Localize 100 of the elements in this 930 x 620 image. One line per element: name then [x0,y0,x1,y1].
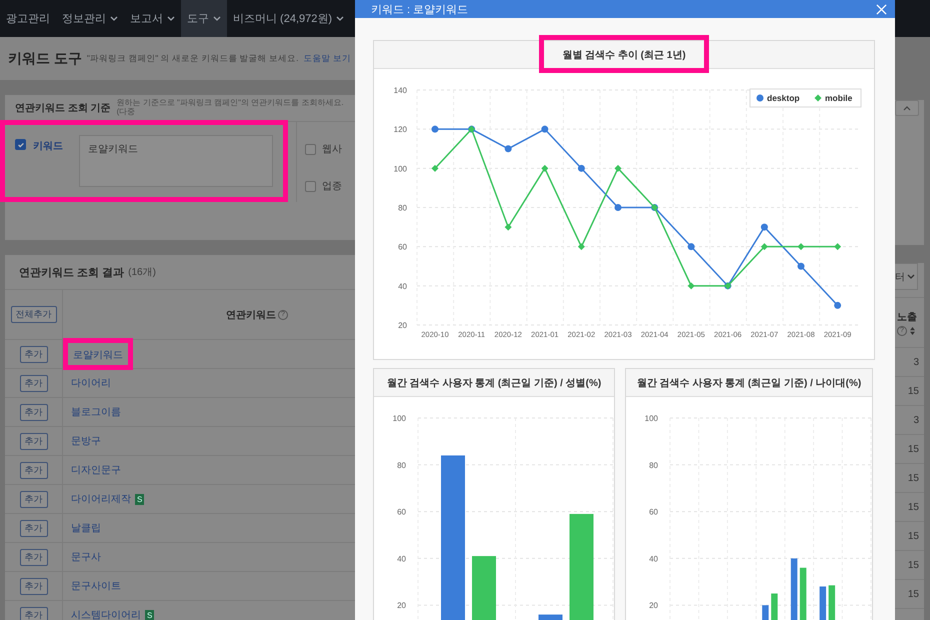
table-cell: 15 [908,472,919,484]
nav-item[interactable]: 도구 [181,0,227,37]
nav-bar [895,0,930,37]
add-button[interactable]: 추가 [20,404,48,420]
point [688,282,695,290]
point [614,204,622,211]
table-cell: 15 [908,386,919,396]
page-description: "파워링크 캠페인" 의 새로운 키워드를 발굴해 보세요. [86,52,298,64]
point [432,126,438,133]
keyword-link[interactable]: 시스템다이어리 [71,608,141,620]
table-cell: 15 [908,444,919,454]
keyword-link[interactable]: 문구사 [71,550,101,564]
point [578,243,585,250]
checkbox[interactable] [15,139,26,150]
nav-item[interactable]: 정보관리 [56,0,124,37]
add-button[interactable]: 추가 [20,578,48,594]
point [834,243,842,250]
axis-tick-label: 60 [397,508,406,517]
axis-tick-label: 60 [649,508,658,517]
point [504,224,512,231]
chart-title: 월간 검색수 사용자 통계 (최근일 기준) / 나이대(%) [636,376,862,390]
collapse-button[interactable] [895,100,919,116]
section-hint: 원하는 기준으로 "파워링크 캠페인"의 연관키워드를 조회하세요. (다중 [116,99,345,117]
badge: S [145,610,154,620]
axis-tick-label: 20 [398,321,407,330]
add-button[interactable]: 추가 [20,374,48,392]
section-title: 연관키워드 조회 기준 [15,102,111,115]
chevron-down-icon [907,274,915,279]
result-count: (16개) [128,266,156,279]
section-title: 연관키워드 조회 결과 [19,266,124,280]
filter-dropdown[interactable]: 터 [895,263,918,290]
add-button[interactable]: 추가 [20,548,48,566]
axis-tick-label: 100 [644,414,658,423]
checkmark-icon [16,140,24,148]
checkbox-label: 키워드 [33,140,63,153]
axis-tick-label: 40 [397,554,406,564]
point [760,243,768,250]
page-title: 키워드 도구 [8,50,82,68]
axis-tick-label: 100 [394,164,407,174]
keyword-link[interactable]: 블로그이름 [71,405,121,419]
checkbox-label: 업종 [322,180,342,193]
add-all-button[interactable]: 전체추가 [10,306,56,323]
table-cell: 15 [908,588,919,600]
point [541,126,548,133]
point [834,302,842,309]
keyword-link[interactable]: 로얄키워드 [73,350,123,361]
add-button[interactable]: 추가 [20,520,48,536]
table-cell: 15 [908,530,919,542]
table-cell: 15 [908,502,919,512]
add-button[interactable]: 추가 [20,346,48,362]
axis-tick-label: 60 [398,242,407,252]
sort-icon[interactable] [910,326,915,334]
keyword-link[interactable]: 다이어리 [71,376,111,390]
table-cell: 3 [913,414,919,426]
axis-tick-label: 80 [649,460,658,470]
modal-title: 키워드 : 로얄키워드 [371,2,468,16]
checkbox[interactable] [305,144,316,154]
point [688,243,695,250]
legend-label: desktop [767,93,800,103]
chart-title: 월간 검색수 사용자 통계 (최근일 기준) / 성별(%) [386,376,602,390]
axis-tick-label: 140 [394,86,407,95]
checkbox[interactable] [305,180,316,192]
point [798,243,804,250]
legend-label: mobile [825,93,853,103]
point [798,262,804,270]
add-button[interactable]: 추가 [20,490,48,508]
keyword-link[interactable]: 다이어리제작 [71,492,131,506]
nav-item[interactable]: 비즈머니 (24,972원) [227,0,350,37]
table-cell: 3 [913,356,919,368]
axis-tick-label: 40 [649,554,658,564]
axis-tick-label: 80 [397,460,406,470]
add-button[interactable]: 추가 [20,606,48,620]
point [760,224,768,231]
checkbox-label: 웹사 [322,143,342,156]
keyword-link[interactable]: 디자인문구 [71,463,121,477]
point [614,164,622,172]
keyword-input[interactable]: 로얄키워드 [79,135,273,187]
axis-tick-label: 80 [398,204,407,212]
badge: S [135,494,144,504]
axis-tick-label: 100 [392,414,406,423]
chart-title: 월별 검색수 추이 (최근 1년) [562,50,686,60]
point [432,164,438,172]
column-header: 연관키워드 [226,308,276,322]
keyword-link[interactable]: 문방구 [71,434,101,448]
column-header: 노출 [897,310,918,324]
nav-item[interactable]: 광고관리 [0,0,56,37]
add-button[interactable]: 추가 [20,432,48,450]
axis-tick-label: 40 [398,282,407,291]
nav-item[interactable]: 보고서 [124,0,181,37]
point [541,164,548,172]
add-button[interactable]: 추가 [20,462,48,478]
table-cell: 15 [908,560,919,570]
close-icon[interactable] [876,4,887,14]
point [578,164,585,172]
keyword-link[interactable]: 문구사이트 [71,579,121,593]
keyword-link[interactable]: 날클립 [71,521,101,535]
point [504,145,512,152]
help-link[interactable]: 도움말 보기 [303,52,351,64]
axis-tick-label: 20 [649,601,658,610]
axis-tick-label: 120 [394,125,407,134]
